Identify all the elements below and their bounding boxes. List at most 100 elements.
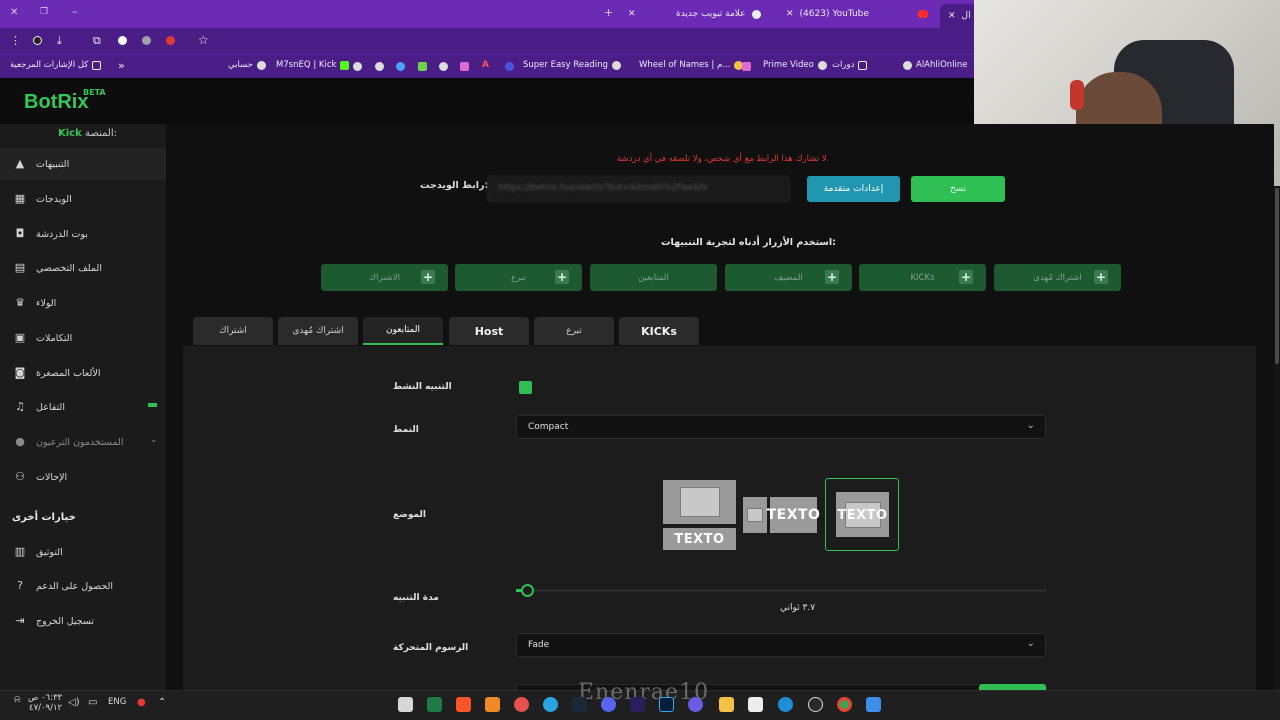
sidebar-item-referrals[interactable]: ⚇ الإحالات	[0, 461, 166, 493]
close-tab-icon[interactable]: ✕	[786, 9, 794, 19]
minimize-window-icon[interactable]: –	[72, 5, 78, 18]
test-subscription-button[interactable]: الاشتراك +	[321, 264, 448, 291]
app-icon[interactable]	[514, 697, 529, 712]
bookmark-item[interactable]: حسابي	[228, 60, 266, 70]
extension-icon[interactable]	[418, 62, 427, 71]
menu-kebab-icon[interactable]: ⋮	[10, 34, 21, 47]
bookmark-item[interactable]: Wheel of Names | م...	[639, 60, 744, 70]
sidebar-item-widgets[interactable]: ▦ الويدجات	[0, 183, 166, 215]
steam-app-icon[interactable]	[572, 697, 587, 712]
file-explorer-app-icon[interactable]	[719, 697, 734, 712]
tab-gifted-sub[interactable]: اشتراك مُهدى	[278, 317, 358, 345]
sidebar-item-sub-users[interactable]: ● المستخدمون الترعيون ⌄	[0, 426, 166, 458]
close-tab-icon[interactable]: ✕	[628, 9, 636, 19]
obs-app-icon[interactable]	[808, 697, 823, 712]
sidebar-item-logout[interactable]: ⇥ تسجيل الخروج	[0, 605, 166, 637]
test-host-button[interactable]: المضيف +	[725, 264, 852, 291]
animation-select[interactable]: Fade ⌄	[516, 633, 1046, 657]
microphone-icon[interactable]: ●	[137, 697, 146, 708]
edge-app-icon[interactable]	[778, 697, 793, 712]
restore-window-icon[interactable]: ❐	[40, 7, 48, 17]
photoshop-app-icon[interactable]	[659, 697, 674, 712]
bookmark-item[interactable]: Super Easy Reading	[523, 60, 621, 70]
duration-slider-handle[interactable]	[521, 584, 534, 597]
test-followers-button[interactable]: المتابعين	[590, 264, 717, 291]
advanced-settings-button[interactable]: إعدادات متقدمة	[807, 176, 900, 202]
sidebar-item-interaction[interactable]: ♫ التفاعل	[0, 391, 166, 423]
close-window-icon[interactable]: ✕	[10, 7, 18, 18]
position-option-top[interactable]: TEXTO	[663, 480, 736, 550]
brave-app-icon[interactable]	[456, 697, 471, 712]
sidebar-section-header: خيارات أخرى	[12, 512, 76, 523]
sidebar-item-profile[interactable]: ▤ الملف التخصصي	[0, 252, 166, 284]
extension-icon[interactable]: A	[482, 60, 489, 70]
sidebar-item-integrations[interactable]: ▣ التكاملات	[0, 322, 166, 354]
botrix-logo[interactable]: BotRix	[24, 91, 88, 114]
chevron-double-icon[interactable]: »	[118, 59, 125, 72]
active-alert-checkbox[interactable]	[519, 381, 532, 394]
test-kicks-button[interactable]: KICKs +	[859, 264, 986, 291]
duration-slider-track[interactable]	[516, 589, 1046, 592]
network-icon[interactable]: ▭	[88, 697, 97, 708]
tab-donation[interactable]: تبرع	[534, 317, 614, 345]
extensions-icon[interactable]: ⧉	[93, 34, 101, 48]
tab-subscription[interactable]: اشتراك	[193, 317, 273, 345]
extension-icon[interactable]	[118, 36, 127, 45]
bookmark-item[interactable]: AlAhliOnline	[903, 60, 968, 70]
widget-url-field[interactable]: https://botrix.live/alerts?bid=&tmobi%2F…	[487, 176, 790, 202]
browser-tab[interactable]: ✕ (4623) YouTube	[786, 4, 928, 24]
telegram-app-icon[interactable]	[543, 697, 558, 712]
app-icon[interactable]	[688, 697, 703, 712]
extension-icon[interactable]	[505, 62, 514, 71]
sidebar-item-alerts[interactable]: ▲ التنبيهات	[0, 148, 166, 180]
position-option-overlay[interactable]: TEXTO	[825, 478, 899, 551]
volume-icon[interactable]: ◁)	[68, 697, 80, 708]
extension-icon[interactable]	[142, 36, 151, 45]
windows-start-icon[interactable]	[866, 697, 881, 712]
sidebar-item-chatbot[interactable]: ◘ بوت الدردشة	[0, 218, 166, 250]
profile-icon[interactable]	[33, 36, 42, 45]
test-donation-button[interactable]: تبرع +	[455, 264, 582, 291]
chrome-app-icon[interactable]	[837, 697, 852, 712]
test-gifted-sub-button[interactable]: اشتراك مُهدى +	[994, 264, 1121, 291]
copy-button[interactable]: نسخ	[911, 176, 1005, 202]
bookmark-star-icon[interactable]: ☆	[198, 33, 209, 47]
discord-app-icon[interactable]	[601, 697, 616, 712]
notification-icon[interactable]: ⍾	[14, 694, 21, 705]
language-indicator[interactable]: ENG	[108, 697, 126, 707]
style-select[interactable]: Compact ⌄	[516, 415, 1046, 439]
sidebar-item-minigames[interactable]: ◙ الألعاب المصغرة	[0, 357, 166, 389]
browser-tab[interactable]: ✕ علامة تبويب جديدة	[628, 4, 761, 24]
tab-host[interactable]: Host	[449, 317, 529, 345]
vlc-app-icon[interactable]	[485, 697, 500, 712]
close-tab-icon[interactable]: ✕	[948, 11, 956, 21]
download-icon[interactable]: ⤓	[57, 34, 62, 48]
chevron-down-icon[interactable]: ⌄	[150, 435, 158, 445]
scrollbar-thumb[interactable]	[1275, 188, 1279, 364]
sidebar-item-docs[interactable]: ▥ التوثيق	[0, 536, 166, 568]
sidebar-item-loyalty[interactable]: ♛ الولاء	[0, 287, 166, 319]
store-app-icon[interactable]	[748, 697, 763, 712]
tab-followers[interactable]: المتابعون	[363, 317, 443, 345]
bookmark-folder[interactable]: دورات	[832, 60, 868, 70]
extension-icon[interactable]	[742, 62, 751, 71]
globe-icon[interactable]	[439, 62, 448, 71]
premiere-app-icon[interactable]	[630, 697, 645, 712]
bookmark-all[interactable]: كل الإشارات المرجعية	[10, 60, 102, 70]
bookmark-item[interactable]: Prime Video	[763, 60, 827, 70]
bookmark-item[interactable]: M7snEQ | Kick	[276, 60, 350, 70]
globe-icon[interactable]	[375, 62, 384, 71]
extension-icon[interactable]	[396, 62, 405, 71]
tab-kicks[interactable]: KICKs	[619, 317, 699, 345]
sidebar-item-support[interactable]: ? الحصول على الدعم	[0, 570, 166, 602]
position-option-side[interactable]: TEXTO	[743, 497, 820, 533]
chevron-up-icon[interactable]: ⌃	[158, 697, 166, 708]
browser-tab-active[interactable]: ✕ ال	[940, 4, 979, 28]
excel-app-icon[interactable]	[427, 697, 442, 712]
calendar-app-icon[interactable]	[398, 697, 413, 712]
globe-icon[interactable]	[353, 62, 362, 71]
extension-icon[interactable]	[460, 62, 469, 71]
new-tab-icon[interactable]: +	[604, 6, 613, 19]
clock[interactable]: ٠٦:٣٣ ص ٤٧/٠٩/١٢	[28, 693, 62, 713]
extension-icon[interactable]	[166, 36, 175, 45]
